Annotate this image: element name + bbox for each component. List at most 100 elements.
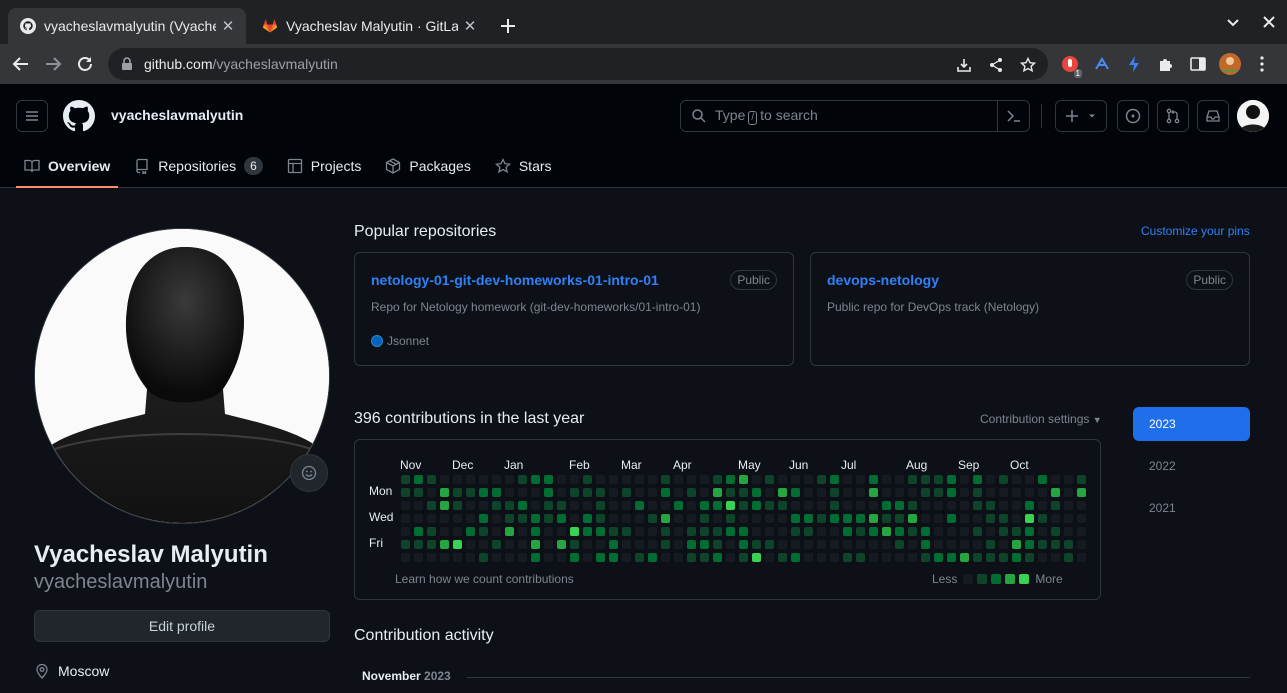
browser-profile-avatar[interactable] [1218,52,1242,76]
contribution-day[interactable] [674,488,683,497]
contribution-day[interactable] [752,514,761,523]
contribution-day[interactable] [1038,553,1047,562]
contribution-day[interactable] [791,514,800,523]
contribution-day[interactable] [700,553,709,562]
contribution-day[interactable] [908,540,917,549]
contribution-day[interactable] [700,475,709,484]
contribution-day[interactable] [960,488,969,497]
contribution-day[interactable] [895,540,904,549]
search-input[interactable]: Type / to search [680,100,1030,132]
contribution-day[interactable] [635,475,644,484]
contribution-day[interactable] [414,475,423,484]
contribution-day[interactable] [466,501,475,510]
contribution-day[interactable] [895,514,904,523]
contribution-day[interactable] [674,514,683,523]
contribution-day[interactable] [674,475,683,484]
contribution-day[interactable] [518,501,527,510]
contribution-day[interactable] [648,514,657,523]
year-2022-button[interactable]: 2022 [1133,449,1250,483]
header-username[interactable]: vyacheslavmalyutin [111,107,243,123]
contribution-day[interactable] [505,527,514,536]
contribution-day[interactable] [1038,514,1047,523]
contribution-day[interactable] [401,540,410,549]
contribution-day[interactable] [661,514,670,523]
forward-icon[interactable] [41,52,65,76]
contribution-day[interactable] [531,488,540,497]
contribution-day[interactable] [635,501,644,510]
contribution-day[interactable] [986,514,995,523]
extension-bolt-icon[interactable] [1122,52,1146,76]
profile-avatar[interactable] [34,228,330,524]
contribution-day[interactable] [557,488,566,497]
contribution-day[interactable] [479,540,488,549]
contribution-day[interactable] [518,475,527,484]
contribution-day[interactable] [843,501,852,510]
contribution-settings-dropdown[interactable]: Contribution settings ▼ [980,412,1102,426]
contribution-day[interactable] [583,540,592,549]
contribution-day[interactable] [505,501,514,510]
contribution-day[interactable] [427,553,436,562]
contribution-day[interactable] [544,540,553,549]
contribution-day[interactable] [856,514,865,523]
contribution-day[interactable] [908,514,917,523]
contribution-day[interactable] [882,514,891,523]
contribution-day[interactable] [1064,527,1073,536]
contribution-day[interactable] [960,553,969,562]
close-window-icon[interactable] [1251,10,1287,34]
contribution-day[interactable] [726,475,735,484]
contribution-day[interactable] [531,540,540,549]
contribution-day[interactable] [765,553,774,562]
contribution-day[interactable] [947,540,956,549]
contribution-day[interactable] [882,527,891,536]
contribution-day[interactable] [622,553,631,562]
contribution-day[interactable] [661,501,670,510]
contribution-day[interactable] [830,553,839,562]
contribution-day[interactable] [739,540,748,549]
contribution-day[interactable] [661,540,670,549]
contribution-day[interactable] [583,527,592,536]
command-palette-button[interactable] [997,101,1029,131]
contribution-day[interactable] [557,540,566,549]
contribution-day[interactable] [414,553,423,562]
contribution-day[interactable] [1064,501,1073,510]
browser-menu-icon[interactable] [1250,52,1274,76]
contribution-day[interactable] [739,553,748,562]
learn-contributions-link[interactable]: Learn how we count contributions [395,572,574,586]
contribution-day[interactable] [765,488,774,497]
contribution-day[interactable] [1051,475,1060,484]
contribution-day[interactable] [440,501,449,510]
contribution-day[interactable] [687,501,696,510]
contribution-day[interactable] [882,488,891,497]
share-icon[interactable] [984,53,1008,77]
contribution-day[interactable] [635,527,644,536]
contribution-day[interactable] [1025,527,1034,536]
contribution-day[interactable] [453,540,462,549]
contribution-day[interactable] [505,514,514,523]
contribution-day[interactable] [804,501,813,510]
repo-link[interactable]: netology-01-git-dev-homeworks-01-intro-0… [371,272,659,288]
contribution-day[interactable] [921,501,930,510]
contribution-day[interactable] [895,501,904,510]
contribution-day[interactable] [609,475,618,484]
contribution-day[interactable] [791,527,800,536]
contribution-day[interactable] [453,475,462,484]
contribution-day[interactable] [882,540,891,549]
contribution-day[interactable] [752,540,761,549]
contribution-day[interactable] [1038,540,1047,549]
contribution-day[interactable] [635,514,644,523]
contribution-day[interactable] [791,475,800,484]
contribution-day[interactable] [804,488,813,497]
contribution-day[interactable] [1012,488,1021,497]
contribution-day[interactable] [453,553,462,562]
contribution-day[interactable] [973,475,982,484]
contribution-day[interactable] [544,553,553,562]
contribution-day[interactable] [1051,553,1060,562]
contribution-day[interactable] [1077,475,1086,484]
contribution-day[interactable] [1064,488,1073,497]
contribution-day[interactable] [1051,540,1060,549]
contribution-day[interactable] [752,501,761,510]
contribution-day[interactable] [1077,488,1086,497]
contribution-day[interactable] [1077,527,1086,536]
contribution-day[interactable] [908,488,917,497]
contribution-day[interactable] [544,488,553,497]
